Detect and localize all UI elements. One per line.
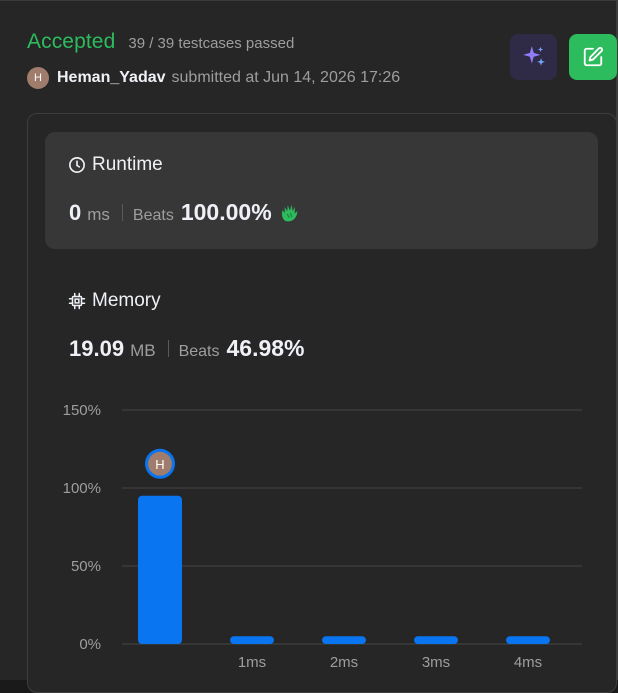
x-tick-label: 2ms [330,654,358,671]
y-tick-label: 50% [71,558,101,575]
x-tick-label: 3ms [422,654,450,671]
chart-bar[interactable] [230,636,274,644]
x-tick-label: 1ms [238,654,266,671]
x-tick-label: 4ms [514,654,542,671]
y-tick-label: 100% [63,480,101,497]
chart-bar[interactable] [506,636,550,644]
chart-bar[interactable] [322,636,366,644]
y-tick-label: 0% [79,636,101,653]
chart-bar[interactable] [138,495,182,644]
distribution-chart: 0% 50% 100% 150% 1ms 2ms 3ms 4ms H [63,402,582,671]
chart-bar[interactable] [414,636,458,644]
user-marker-letter: H [155,457,164,472]
y-tick-label: 150% [63,402,101,419]
